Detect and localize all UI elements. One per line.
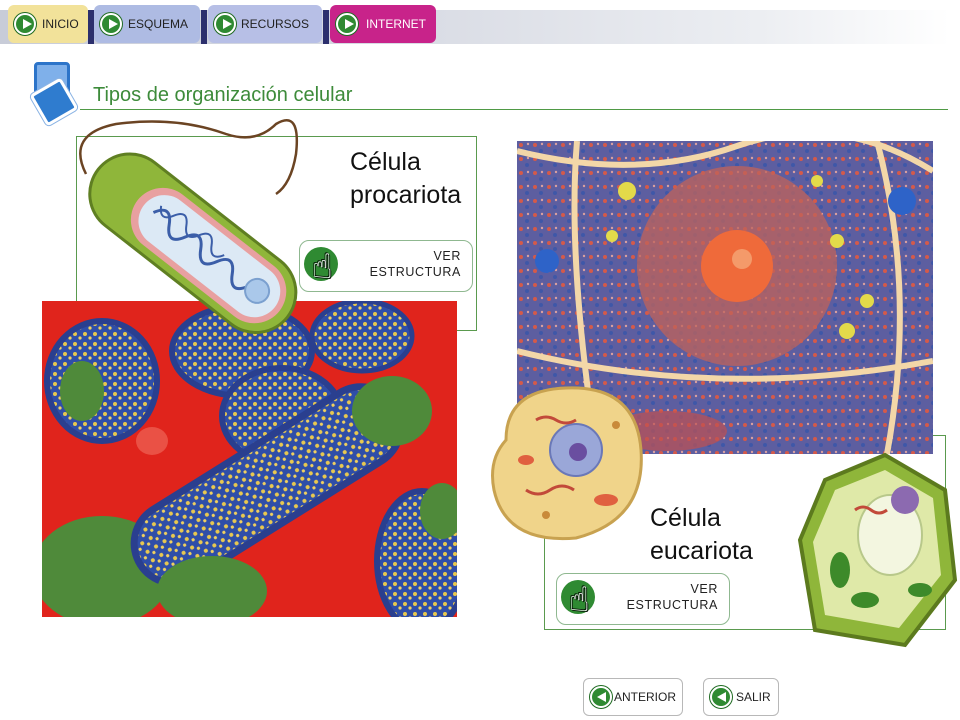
anterior-button[interactable]: ANTERIOR <box>583 678 683 716</box>
eucariota-title: Célula eucariota <box>650 502 753 568</box>
salir-label: SALIR <box>736 690 771 704</box>
play-icon <box>336 13 358 35</box>
pointer-hand-icon: ☝ <box>569 580 590 620</box>
play-icon <box>100 13 122 35</box>
back-arrow-icon <box>710 686 732 708</box>
procariota-title-line1: Célula <box>350 148 421 176</box>
eucariota-title-line1: Célula <box>650 504 721 532</box>
bacteria-micrograph-image <box>42 301 457 617</box>
play-icon <box>14 13 36 35</box>
prokaryote-illustration <box>56 114 306 346</box>
procariota-title-line2: procariota <box>350 181 462 209</box>
play-icon <box>214 13 236 35</box>
page-title: Tipos de organización celular <box>93 84 353 106</box>
procariota-title: Célula procariota <box>350 146 461 212</box>
back-arrow-icon <box>590 686 612 708</box>
button-label-line1: VER <box>690 582 718 596</box>
eucariota-title-line2: eucariota <box>650 537 753 565</box>
button-label-line2: ESTRUCTURA <box>626 598 718 612</box>
nav-separator <box>201 10 207 44</box>
plant-cell-illustration <box>795 450 960 650</box>
button-label-line1: VER <box>433 249 461 263</box>
anterior-label: ANTERIOR <box>614 690 677 704</box>
nav-label: INTERNET <box>366 17 426 31</box>
nav-label: INICIO <box>42 17 79 31</box>
pointer-hand-icon: ☝ <box>312 247 333 287</box>
animal-cell-illustration <box>486 380 648 544</box>
nav-label: ESQUEMA <box>128 17 189 31</box>
nav-label: RECURSOS <box>241 17 310 31</box>
salir-button[interactable]: SALIR <box>703 678 779 716</box>
nav-esquema-button[interactable]: ESQUEMA <box>94 5 200 43</box>
nav-separator <box>323 10 329 44</box>
nav-inicio-button[interactable]: INICIO <box>8 5 88 43</box>
nav-internet-button[interactable]: INTERNET <box>330 5 436 43</box>
button-label-line2: ESTRUCTURA <box>369 265 461 279</box>
ver-estructura-eucariota-button[interactable]: ☝ VER ESTRUCTURA <box>556 573 730 625</box>
ver-estructura-procariota-button[interactable]: ☝ VER ESTRUCTURA <box>299 240 473 292</box>
title-divider <box>80 109 948 110</box>
nav-recursos-button[interactable]: RECURSOS <box>208 5 322 43</box>
